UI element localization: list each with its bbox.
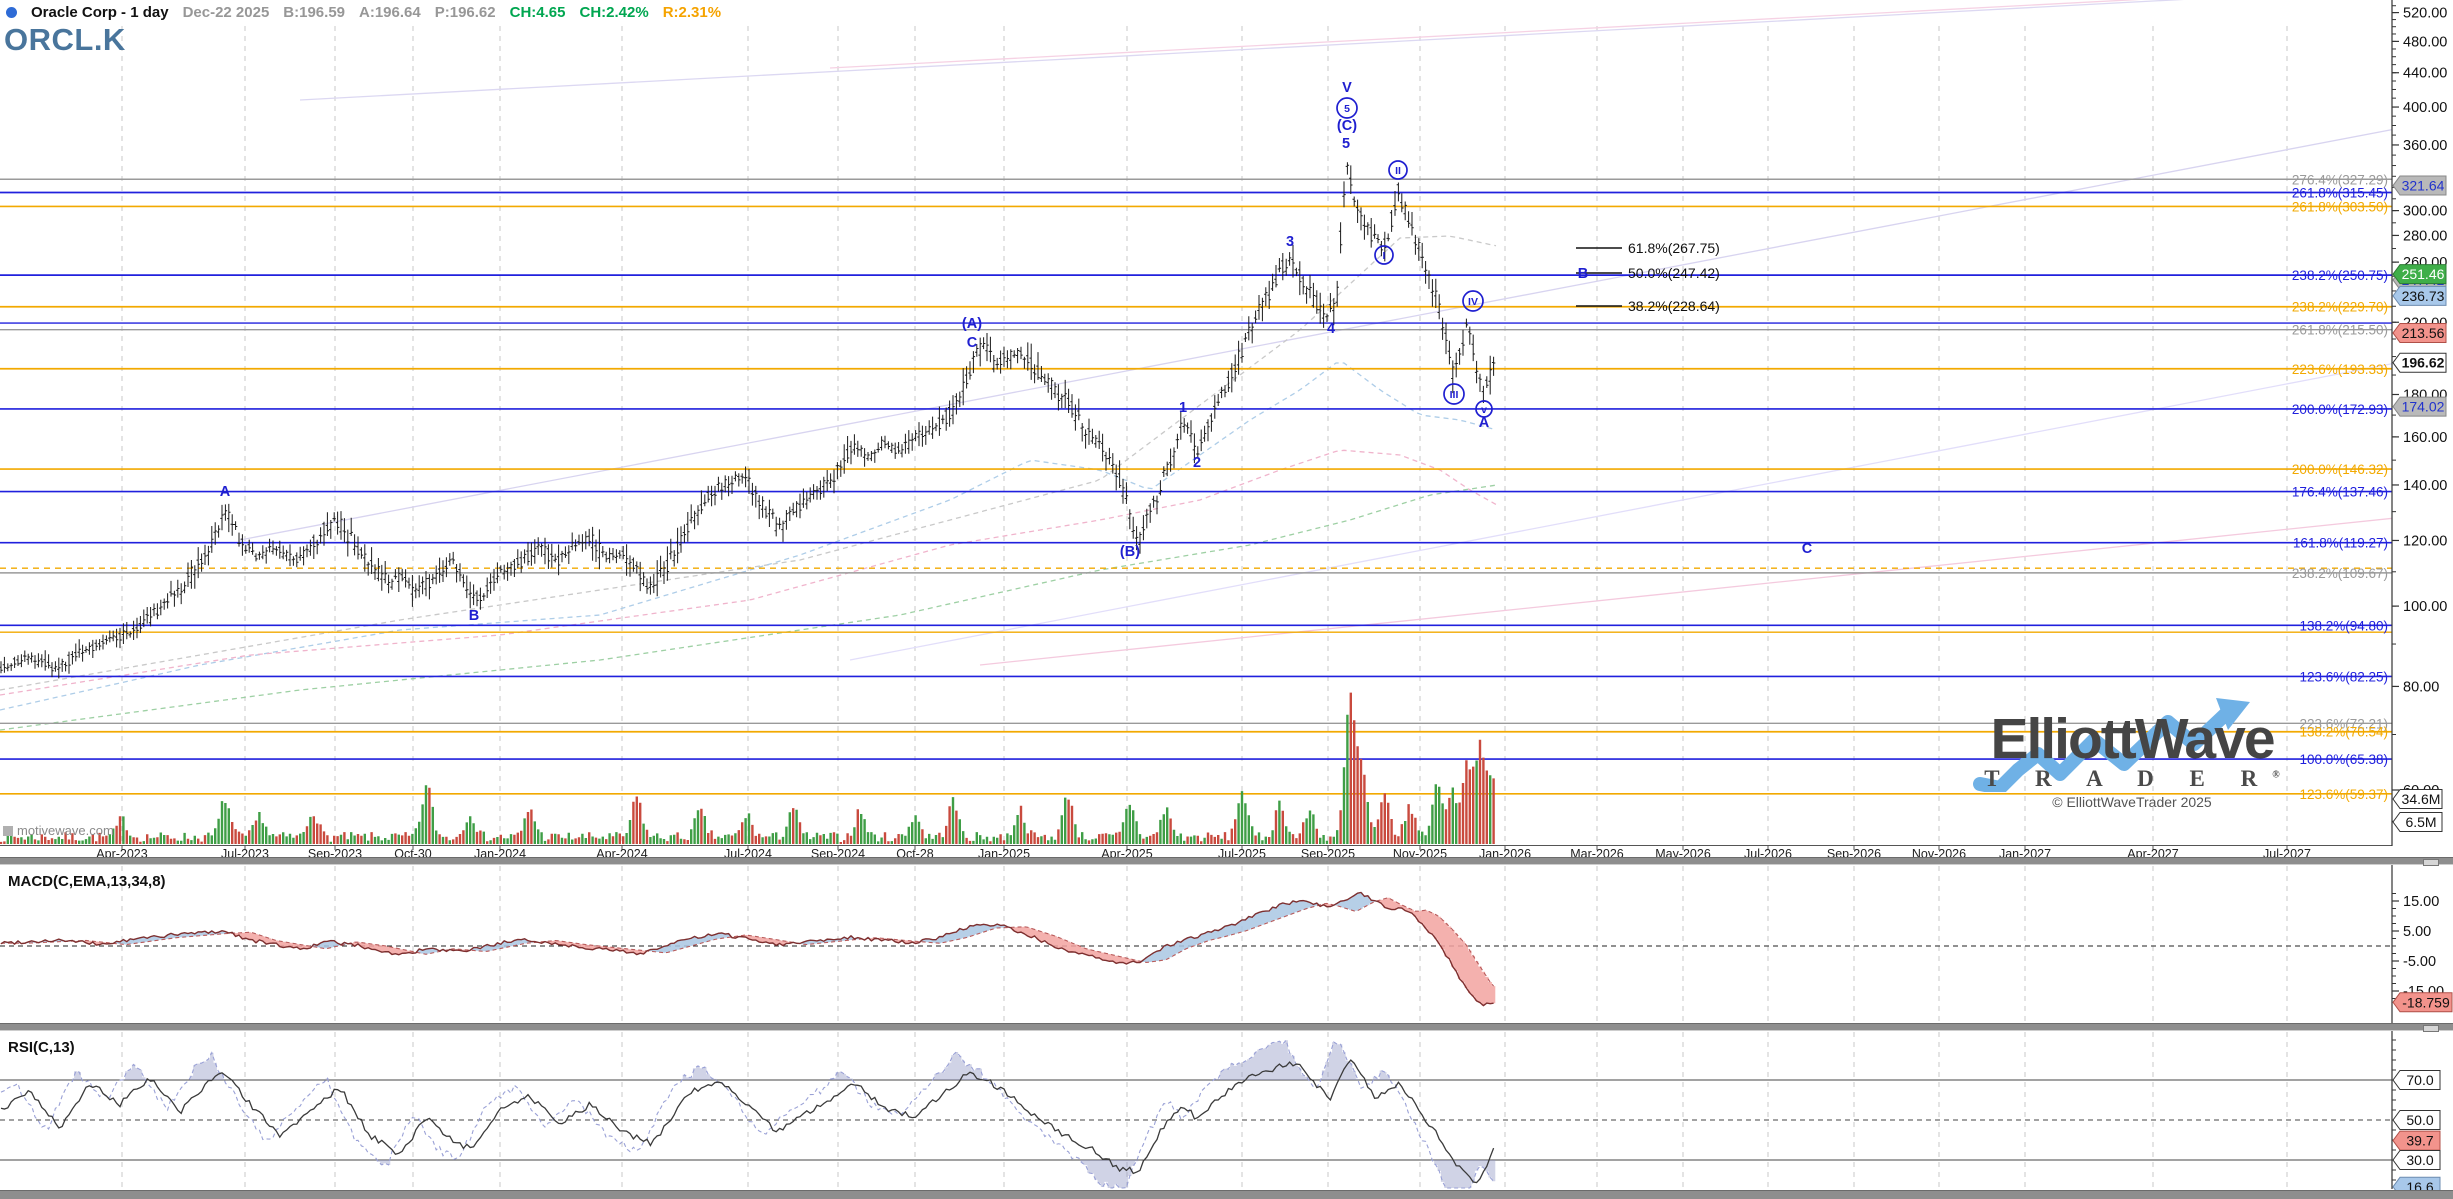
svg-text:61.8%(267.75): 61.8%(267.75) xyxy=(1628,240,1720,256)
svg-text:3: 3 xyxy=(1286,234,1294,250)
svg-text:196.62: 196.62 xyxy=(2402,355,2445,371)
svg-text:(B): (B) xyxy=(1120,544,1140,560)
instrument-dot-icon xyxy=(6,7,17,18)
instrument-header: Oracle Corp - 1 day Dec-22 2025 B:196.59… xyxy=(6,4,721,21)
svg-text:30.0: 30.0 xyxy=(2406,1152,2433,1168)
chart-application: 276.4%(327.29)261.8%(315.45)261.8%(303.5… xyxy=(0,0,2453,1199)
svg-text:70.0: 70.0 xyxy=(2406,1072,2433,1088)
svg-text:4: 4 xyxy=(1327,321,1335,337)
svg-text:300.00: 300.00 xyxy=(2403,204,2447,220)
svg-text:2: 2 xyxy=(1193,455,1201,471)
svg-text:6.5M: 6.5M xyxy=(2405,814,2436,830)
separator-handle-icon[interactable] xyxy=(2423,859,2439,866)
svg-text:C: C xyxy=(1802,541,1813,557)
svg-text:80.00: 80.00 xyxy=(2403,679,2439,695)
svg-text:34.6M: 34.6M xyxy=(2402,791,2441,807)
svg-text:200.0%(146.32): 200.0%(146.32) xyxy=(2292,462,2388,477)
svg-text:200.0%(172.93): 200.0%(172.93) xyxy=(2292,402,2388,417)
svg-text:520.00: 520.00 xyxy=(2403,6,2447,22)
svg-text:5: 5 xyxy=(1344,103,1350,115)
svg-text:440.00: 440.00 xyxy=(2403,66,2447,82)
svg-text:5: 5 xyxy=(1342,136,1350,152)
svg-text:III: III xyxy=(1450,389,1459,401)
svg-text:261.8%(315.45): 261.8%(315.45) xyxy=(2292,186,2388,201)
svg-text:161.8%(119.27): 161.8%(119.27) xyxy=(2293,536,2388,551)
svg-text:120.00: 120.00 xyxy=(2403,533,2447,549)
quote-range-pct: R:2.31% xyxy=(663,4,721,21)
svg-text:38.2%(228.64): 38.2%(228.64) xyxy=(1628,298,1720,314)
svg-text:5.00: 5.00 xyxy=(2403,924,2431,940)
svg-text:360.00: 360.00 xyxy=(2403,138,2447,154)
svg-text:(C): (C) xyxy=(1337,118,1357,134)
svg-text:(A): (A) xyxy=(962,316,982,332)
price-chart-canvas[interactable]: 276.4%(327.29)261.8%(315.45)261.8%(303.5… xyxy=(0,0,2453,860)
svg-text:174.02: 174.02 xyxy=(2402,399,2445,415)
quote-change: CH:4.65 xyxy=(510,4,566,21)
svg-text:138.2%(70.54): 138.2%(70.54) xyxy=(2299,725,2388,740)
svg-text:C: C xyxy=(967,335,978,351)
panel-separator[interactable] xyxy=(0,1023,2453,1031)
quote-date: Dec-22 2025 xyxy=(183,4,270,21)
svg-text:15.00: 15.00 xyxy=(2403,894,2439,910)
svg-text:-5.00: -5.00 xyxy=(2403,954,2436,970)
svg-text:-18.759: -18.759 xyxy=(2402,994,2450,1010)
svg-text:v: v xyxy=(1481,404,1487,416)
svg-text:480.00: 480.00 xyxy=(2403,34,2447,50)
svg-text:238.2%(250.75): 238.2%(250.75) xyxy=(2292,268,2388,283)
svg-text:MACD(C,EMA,13,34,8): MACD(C,EMA,13,34,8) xyxy=(8,873,166,890)
svg-text:1: 1 xyxy=(1179,400,1187,416)
svg-text:160.00: 160.00 xyxy=(2403,430,2447,446)
svg-text:400.00: 400.00 xyxy=(2403,100,2447,116)
svg-text:V: V xyxy=(1342,80,1352,96)
svg-text:motivewave.com: motivewave.com xyxy=(17,823,114,838)
macd-panel-canvas[interactable]: MACD(C,EMA,13,34,8)15.005.00-5.00-15.00-… xyxy=(0,865,2453,1025)
svg-text:138.2%(94.80): 138.2%(94.80) xyxy=(2299,618,2388,633)
quote-change-pct: CH:2.42% xyxy=(579,4,648,21)
svg-text:238.2%(109.67): 238.2%(109.67) xyxy=(2292,566,2388,581)
svg-text:50.0: 50.0 xyxy=(2406,1112,2433,1128)
svg-text:100.00: 100.00 xyxy=(2403,599,2447,615)
ticker-symbol: ORCL.K xyxy=(4,22,126,58)
svg-text:261.8%(303.50): 261.8%(303.50) xyxy=(2292,199,2388,214)
svg-text:II: II xyxy=(1395,165,1401,177)
rsi-panel-canvas[interactable]: RSI(C,13) 70.0 50.0 39.7 30.0 16.6 xyxy=(0,1031,2453,1190)
svg-text:176.4%(137.46): 176.4%(137.46) xyxy=(2292,485,2388,500)
svg-text:I: I xyxy=(1383,250,1386,262)
svg-text:50.0%(247.42): 50.0%(247.42) xyxy=(1628,265,1720,281)
separator-handle-icon[interactable] xyxy=(2423,1025,2439,1032)
svg-text:140.00: 140.00 xyxy=(2403,478,2447,494)
svg-text:280.00: 280.00 xyxy=(2403,228,2447,244)
svg-text:RSI(C,13): RSI(C,13) xyxy=(8,1039,75,1056)
quote-bid: B:196.59 xyxy=(283,4,345,21)
panel-separator[interactable] xyxy=(0,857,2453,865)
svg-text:39.7: 39.7 xyxy=(2406,1133,2433,1149)
svg-text:A: A xyxy=(220,484,231,500)
svg-text:123.6%(82.25): 123.6%(82.25) xyxy=(2299,669,2388,684)
svg-text:213.56: 213.56 xyxy=(2402,325,2445,341)
instrument-title: Oracle Corp - 1 day xyxy=(31,4,169,21)
svg-text:B: B xyxy=(1578,266,1588,282)
svg-text:261.8%(215.50): 261.8%(215.50) xyxy=(2292,323,2388,338)
svg-text:123.6%(59.37): 123.6%(59.37) xyxy=(2299,787,2388,802)
svg-text:321.64: 321.64 xyxy=(2402,178,2445,194)
quote-ask: A:196.64 xyxy=(359,4,421,21)
svg-text:251.46: 251.46 xyxy=(2402,266,2445,282)
svg-text:B: B xyxy=(469,608,479,624)
svg-text:16.6: 16.6 xyxy=(2406,1179,2433,1190)
svg-text:238.2%(229.70): 238.2%(229.70) xyxy=(2292,300,2388,315)
bottom-scrollbar[interactable] xyxy=(0,1190,2453,1199)
svg-text:223.6%(193.33): 223.6%(193.33) xyxy=(2292,362,2388,377)
svg-text:236.73: 236.73 xyxy=(2402,288,2445,304)
quote-last: P:196.62 xyxy=(435,4,496,21)
svg-text:100.0%(65.38): 100.0%(65.38) xyxy=(2299,752,2388,767)
svg-text:IV: IV xyxy=(1468,296,1478,308)
